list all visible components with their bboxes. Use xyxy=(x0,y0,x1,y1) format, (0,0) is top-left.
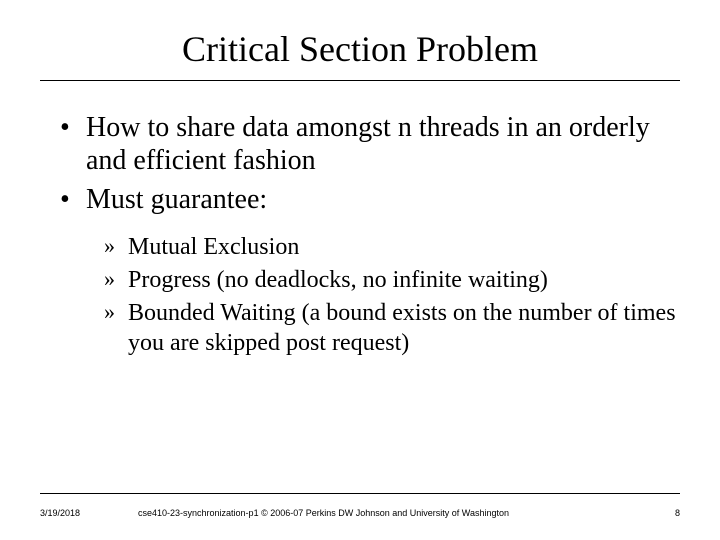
slide-body: How to share data amongst n threads in a… xyxy=(0,81,720,359)
footer-center: cse410-23-synchronization-p1 © 2006-07 P… xyxy=(120,508,650,518)
footer-date: 3/19/2018 xyxy=(40,508,120,518)
bullet-item: Must guarantee: Mutual Exclusion Progres… xyxy=(60,183,680,359)
footer-page-number: 8 xyxy=(650,508,680,518)
slide-footer: 3/19/2018 cse410-23-synchronization-p1 ©… xyxy=(40,508,680,518)
sub-bullet-item: Bounded Waiting (a bound exists on the n… xyxy=(104,298,680,359)
footer-divider xyxy=(40,493,680,494)
bullet-item: How to share data amongst n threads in a… xyxy=(60,111,680,177)
sub-bullet-item: Progress (no deadlocks, no infinite wait… xyxy=(104,265,680,296)
slide-title: Critical Section Problem xyxy=(40,28,680,80)
sub-bullet-item: Mutual Exclusion xyxy=(104,232,680,263)
bullet-text: Must guarantee: xyxy=(86,184,267,215)
